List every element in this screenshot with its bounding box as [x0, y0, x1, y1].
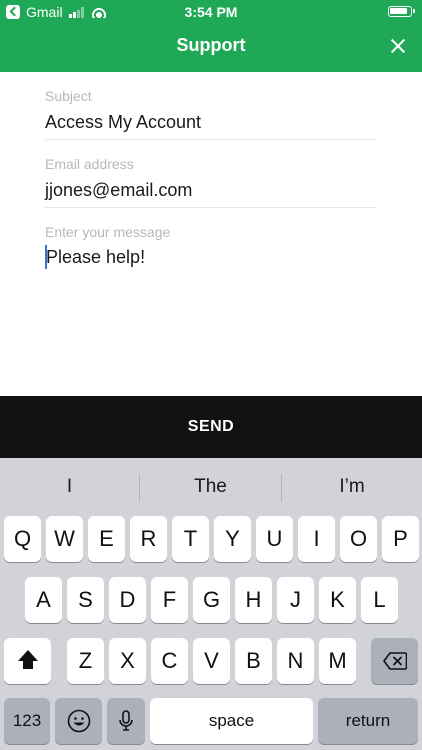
key-w[interactable]: W — [46, 516, 83, 562]
key-i[interactable]: I — [298, 516, 335, 562]
email-field[interactable]: Email address jjones@email.com — [45, 156, 376, 208]
page-title: Support — [176, 35, 246, 55]
dictation-key[interactable] — [107, 698, 145, 744]
app-header: Gmail 3:54 PM Support — [0, 0, 422, 72]
key-h[interactable]: H — [235, 577, 272, 623]
key-y[interactable]: Y — [214, 516, 251, 562]
key-d[interactable]: D — [109, 577, 146, 623]
subject-divider — [45, 139, 376, 140]
email-divider — [45, 207, 376, 208]
delete-icon — [383, 652, 407, 670]
key-a[interactable]: A — [25, 577, 62, 623]
subject-input[interactable]: Access My Account — [45, 111, 376, 133]
key-v[interactable]: V — [193, 638, 230, 684]
key-f[interactable]: F — [151, 577, 188, 623]
key-s[interactable]: S — [67, 577, 104, 623]
suggestion-1[interactable]: I — [0, 458, 139, 516]
key-k[interactable]: K — [319, 577, 356, 623]
key-j[interactable]: J — [277, 577, 314, 623]
key-g[interactable]: G — [193, 577, 230, 623]
message-text: Please help! — [46, 247, 146, 267]
subject-field[interactable]: Subject Access My Account — [45, 88, 376, 140]
space-key[interactable]: space — [150, 698, 313, 744]
emoji-key[interactable] — [55, 698, 102, 744]
message-textarea[interactable]: Please help! — [45, 245, 376, 269]
key-n[interactable]: N — [277, 638, 314, 684]
key-c[interactable]: C — [151, 638, 188, 684]
key-p[interactable]: P — [382, 516, 419, 562]
predictive-bar: I The I’m — [0, 458, 422, 516]
battery-icon — [388, 6, 415, 17]
key-r[interactable]: R — [130, 516, 167, 562]
email-label: Email address — [45, 156, 134, 172]
key-q[interactable]: Q — [4, 516, 41, 562]
status-bar: Gmail 3:54 PM — [0, 0, 422, 26]
suggestion-2[interactable]: The — [140, 458, 281, 516]
key-u[interactable]: U — [256, 516, 293, 562]
key-x[interactable]: X — [109, 638, 146, 684]
delete-key[interactable] — [371, 638, 418, 684]
status-time: 3:54 PM — [184, 4, 238, 20]
close-icon[interactable] — [388, 36, 408, 56]
key-o[interactable]: O — [340, 516, 377, 562]
numbers-key[interactable]: 123 — [4, 698, 50, 744]
key-l[interactable]: L — [361, 577, 398, 623]
microphone-icon — [107, 698, 145, 744]
shift-key[interactable] — [4, 638, 51, 684]
message-field[interactable]: Enter your message Please help! — [45, 224, 376, 269]
key-e[interactable]: E — [88, 516, 125, 562]
shift-icon — [18, 650, 38, 672]
message-placeholder: Enter your message — [45, 224, 171, 240]
subject-label: Subject — [45, 88, 92, 104]
key-b[interactable]: B — [235, 638, 272, 684]
emoji-icon — [55, 698, 102, 744]
send-button[interactable]: SEND — [0, 396, 422, 458]
return-key[interactable]: return — [318, 698, 418, 744]
text-caret — [45, 245, 47, 269]
key-z[interactable]: Z — [67, 638, 104, 684]
email-input[interactable]: jjones@email.com — [45, 179, 376, 201]
suggestion-3[interactable]: I’m — [282, 458, 422, 516]
send-button-label: SEND — [187, 418, 235, 435]
keyboard: I The I’m Q W E R T Y U I O P A S D F G … — [0, 458, 422, 750]
key-m[interactable]: M — [319, 638, 356, 684]
key-t[interactable]: T — [172, 516, 209, 562]
